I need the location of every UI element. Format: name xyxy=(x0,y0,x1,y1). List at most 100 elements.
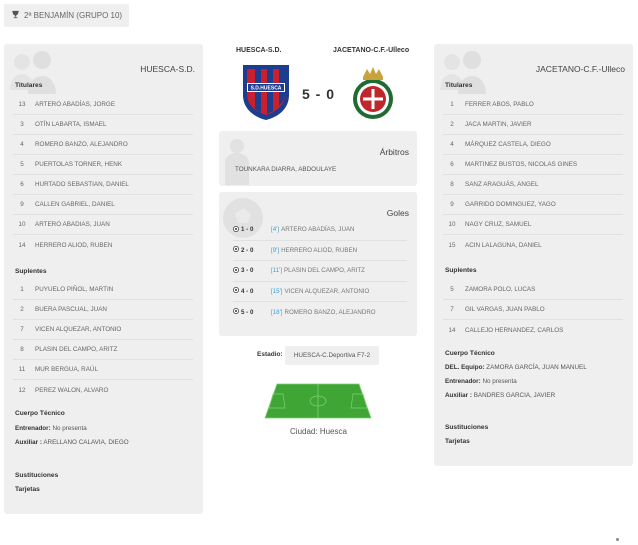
player-number: 7 xyxy=(20,326,24,333)
home-assistant-line: Auxiliar : ARELLANO CALAVIA, DIEGO xyxy=(15,439,129,446)
player-name[interactable]: PUYUELO PIÑOL, MARTIN xyxy=(35,286,113,293)
player-name[interactable]: GIL VARGAS, JUAN PABLO xyxy=(465,306,545,313)
player-name[interactable]: HURTADO SEBASTIAN, DANIEL xyxy=(35,181,129,188)
pitch-icon xyxy=(263,382,373,422)
player-number: 11 xyxy=(18,366,26,373)
goal-minute: [4'] xyxy=(271,226,280,234)
player-row[interactable]: 3 OTÍN LABARTA, ISMAEL xyxy=(13,115,193,135)
player-row[interactable]: 8 PLASIN DEL CAMPO, ARITZ xyxy=(13,340,193,360)
player-row[interactable]: 7 GIL VARGAS, JUAN PABLO xyxy=(443,300,623,320)
home-cards-label: Tarjetas xyxy=(15,486,40,493)
city-label: Ciudad: Huesca xyxy=(290,427,347,436)
player-name[interactable]: ARTERO ABADIAS, JUAN xyxy=(35,221,110,228)
home-staff-label: Cuerpo Técnico xyxy=(15,410,65,417)
goals-panel: Goles 1 - 0 [4'] ARTERO ABADÍAS, JUAN 2 - 0… xyxy=(219,192,417,336)
goal-scorer[interactable]: HERRERO ALIOD, RUBEN xyxy=(281,247,357,254)
player-name[interactable]: MARTINEZ BUSTOS, NICOLAS GINES xyxy=(465,161,577,168)
home-team-panel: HUESCA-S.D. Titulares 13 ARTERO ABADÍAS, … xyxy=(4,44,203,514)
home-substitutions-label: Sustituciones xyxy=(15,472,59,479)
player-row[interactable]: 5 PUERTOLAS TORNER, HENK xyxy=(13,155,193,175)
goal-scorer[interactable]: ARTERO ABADÍAS, JUAN xyxy=(281,226,354,233)
player-row[interactable]: 13 ARTERO ABADÍAS, JORGE xyxy=(13,95,193,115)
goal-scorer[interactable]: VICEN ALQUEZAR, ANTONIO xyxy=(285,288,370,295)
player-name[interactable]: OTÍN LABARTA, ISMAEL xyxy=(35,121,107,128)
away-subs-label: Suplentes xyxy=(445,267,477,274)
player-number: 4 xyxy=(450,141,454,148)
player-row[interactable]: 12 PEREZ WALON, ALVARO xyxy=(13,380,193,400)
ball-icon xyxy=(233,287,241,295)
player-number: 14 xyxy=(18,241,26,249)
player-number: 4 xyxy=(20,141,24,148)
player-name[interactable]: PEREZ WALON, ALVARO xyxy=(35,387,108,394)
player-name[interactable]: GARRIDO DOMINGUEZ, YAGO xyxy=(465,201,556,208)
goal-score: 4 - 0 xyxy=(241,287,254,295)
stadium-name[interactable]: HUESCA-C.Deportiva F7-2 xyxy=(285,346,379,365)
ball-icon xyxy=(233,266,241,275)
competition-badge[interactable]: 2ª BENJAMÍN (GRUPO 10) xyxy=(4,4,130,27)
player-number: 10 xyxy=(18,221,26,228)
home-team-crest[interactable]: S.D.HUESCA xyxy=(239,63,293,123)
player-row[interactable]: 7 VICEN ALQUEZAR, ANTONIO xyxy=(13,320,193,340)
player-name[interactable]: ROMERO BANZO, ALEJANDRO xyxy=(35,141,128,148)
referee-watermark-icon xyxy=(223,137,255,185)
players-watermark-icon xyxy=(8,50,62,100)
player-row[interactable]: 9 GARRIDO DOMINGUEZ, YAGO xyxy=(443,195,623,215)
player-row[interactable]: 14 CALLEJO HERNANDEZ, CARLOS xyxy=(443,320,623,340)
player-row[interactable]: 15 ACIN LALAGUNA, DANIEL xyxy=(443,235,623,255)
player-name[interactable]: JACA MARTIN, JAVIER xyxy=(465,121,532,128)
referees-panel: Árbitros TOUNKARA DIARRA, ABDOULAYE xyxy=(219,131,417,186)
player-row[interactable]: 10 NAGY CRUZ, SAMUEL xyxy=(443,215,623,235)
player-name[interactable]: ZAMORA POLO, LUCAS xyxy=(465,286,535,293)
away-starters-list: 1 FERRER ABOS, PABLO 2 JACA MARTIN, JAVIER 4… xyxy=(443,95,623,255)
player-name[interactable]: ACIN LALAGUNA, DANIEL xyxy=(465,242,542,249)
home-team-name[interactable]: HUESCA-S.D. xyxy=(236,47,282,54)
player-name[interactable]: SANZ ARAGUÁS, ANGEL xyxy=(465,181,539,188)
player-number: 1 xyxy=(20,286,24,293)
player-row[interactable]: 10 ARTERO ABADIAS, JUAN xyxy=(13,215,193,235)
player-row[interactable]: 4 MÁRQUEZ CASTELA, DIEGO xyxy=(443,135,623,155)
player-name[interactable]: FERRER ABOS, PABLO xyxy=(465,101,534,108)
goal-scorer[interactable]: ROMERO BANZO, ALEJANDRO xyxy=(285,309,376,316)
player-name[interactable]: VICEN ALQUEZAR, ANTONIO xyxy=(35,326,121,333)
player-row[interactable]: 1 FERRER ABOS, PABLO xyxy=(443,95,623,115)
player-name[interactable]: PLASIN DEL CAMPO, ARITZ xyxy=(35,346,117,353)
player-number: 13 xyxy=(18,101,26,108)
goal-scorer[interactable]: PLASIN DEL CAMPO, ARITZ xyxy=(284,267,365,274)
player-row[interactable]: 9 CALLEN GABRIEL, DANIEL xyxy=(13,195,193,215)
player-name[interactable]: PUERTOLAS TORNER, HENK xyxy=(35,161,122,168)
player-name[interactable]: MÁRQUEZ CASTELA, DIEGO xyxy=(465,141,551,148)
ball-icon xyxy=(233,246,241,254)
player-row[interactable]: 2 BUERA PASCUAL, JUAN xyxy=(13,300,193,320)
player-name[interactable]: ARTERO ABADÍAS, JORGE xyxy=(35,101,115,108)
player-row[interactable]: 4 ROMERO BANZO, ALEJANDRO xyxy=(13,135,193,155)
player-row[interactable]: 6 MARTINEZ BUSTOS, NICOLAS GINES xyxy=(443,155,623,175)
away-team-name[interactable]: JACETANO-C.F.-Ulleco xyxy=(333,47,409,54)
player-name[interactable]: CALLEN GABRIEL, DANIEL xyxy=(35,201,115,208)
player-row[interactable]: 6 HURTADO SEBASTIAN, DANIEL xyxy=(13,175,193,195)
away-team-title: JACETANO-C.F.-Ulleco xyxy=(535,64,625,74)
player-row[interactable]: 1 PUYUELO PIÑOL, MARTIN xyxy=(13,280,193,300)
svg-text:S.D.HUESCA: S.D.HUESCA xyxy=(251,86,282,92)
player-number: 14 xyxy=(448,326,456,334)
goal-minute: [9'] xyxy=(271,246,280,254)
trophy-icon xyxy=(11,10,20,21)
player-name[interactable]: CALLEJO HERNANDEZ, CARLOS xyxy=(465,327,563,334)
player-row[interactable]: 8 SANZ ARAGUÁS, ANGEL xyxy=(443,175,623,195)
stadium-label: Estadio: xyxy=(257,351,283,358)
away-team-crest[interactable] xyxy=(348,63,398,123)
player-row[interactable]: 11 MUR BERGUA, RAÚL xyxy=(13,360,193,380)
player-name[interactable]: MUR BERGUA, RAÚL xyxy=(35,366,98,373)
away-cards-label: Tarjetas xyxy=(445,438,470,445)
player-name[interactable]: HERRERO ALIOD, RUBEN xyxy=(35,242,112,249)
match-score: 5 - 0 xyxy=(302,86,336,102)
goal-minute: [11'] xyxy=(271,267,283,275)
player-row[interactable]: 2 JACA MARTIN, JAVIER xyxy=(443,115,623,135)
player-name[interactable]: BUERA PASCUAL, JUAN xyxy=(35,306,107,313)
away-subs-list: 5 ZAMORA POLO, LUCAS 7 GIL VARGAS, JUAN PAB… xyxy=(443,280,623,340)
player-name[interactable]: NAGY CRUZ, SAMUEL xyxy=(465,221,531,228)
goal-row: 4 - 0 [15'] VICEN ALQUEZAR, ANTONIO xyxy=(233,282,407,302)
player-number: 8 xyxy=(20,346,24,353)
away-starters-label: Titulares xyxy=(445,82,473,89)
player-row[interactable]: 5 ZAMORA POLO, LUCAS xyxy=(443,280,623,300)
player-row[interactable]: 14 HERRERO ALIOD, RUBEN xyxy=(13,235,193,255)
